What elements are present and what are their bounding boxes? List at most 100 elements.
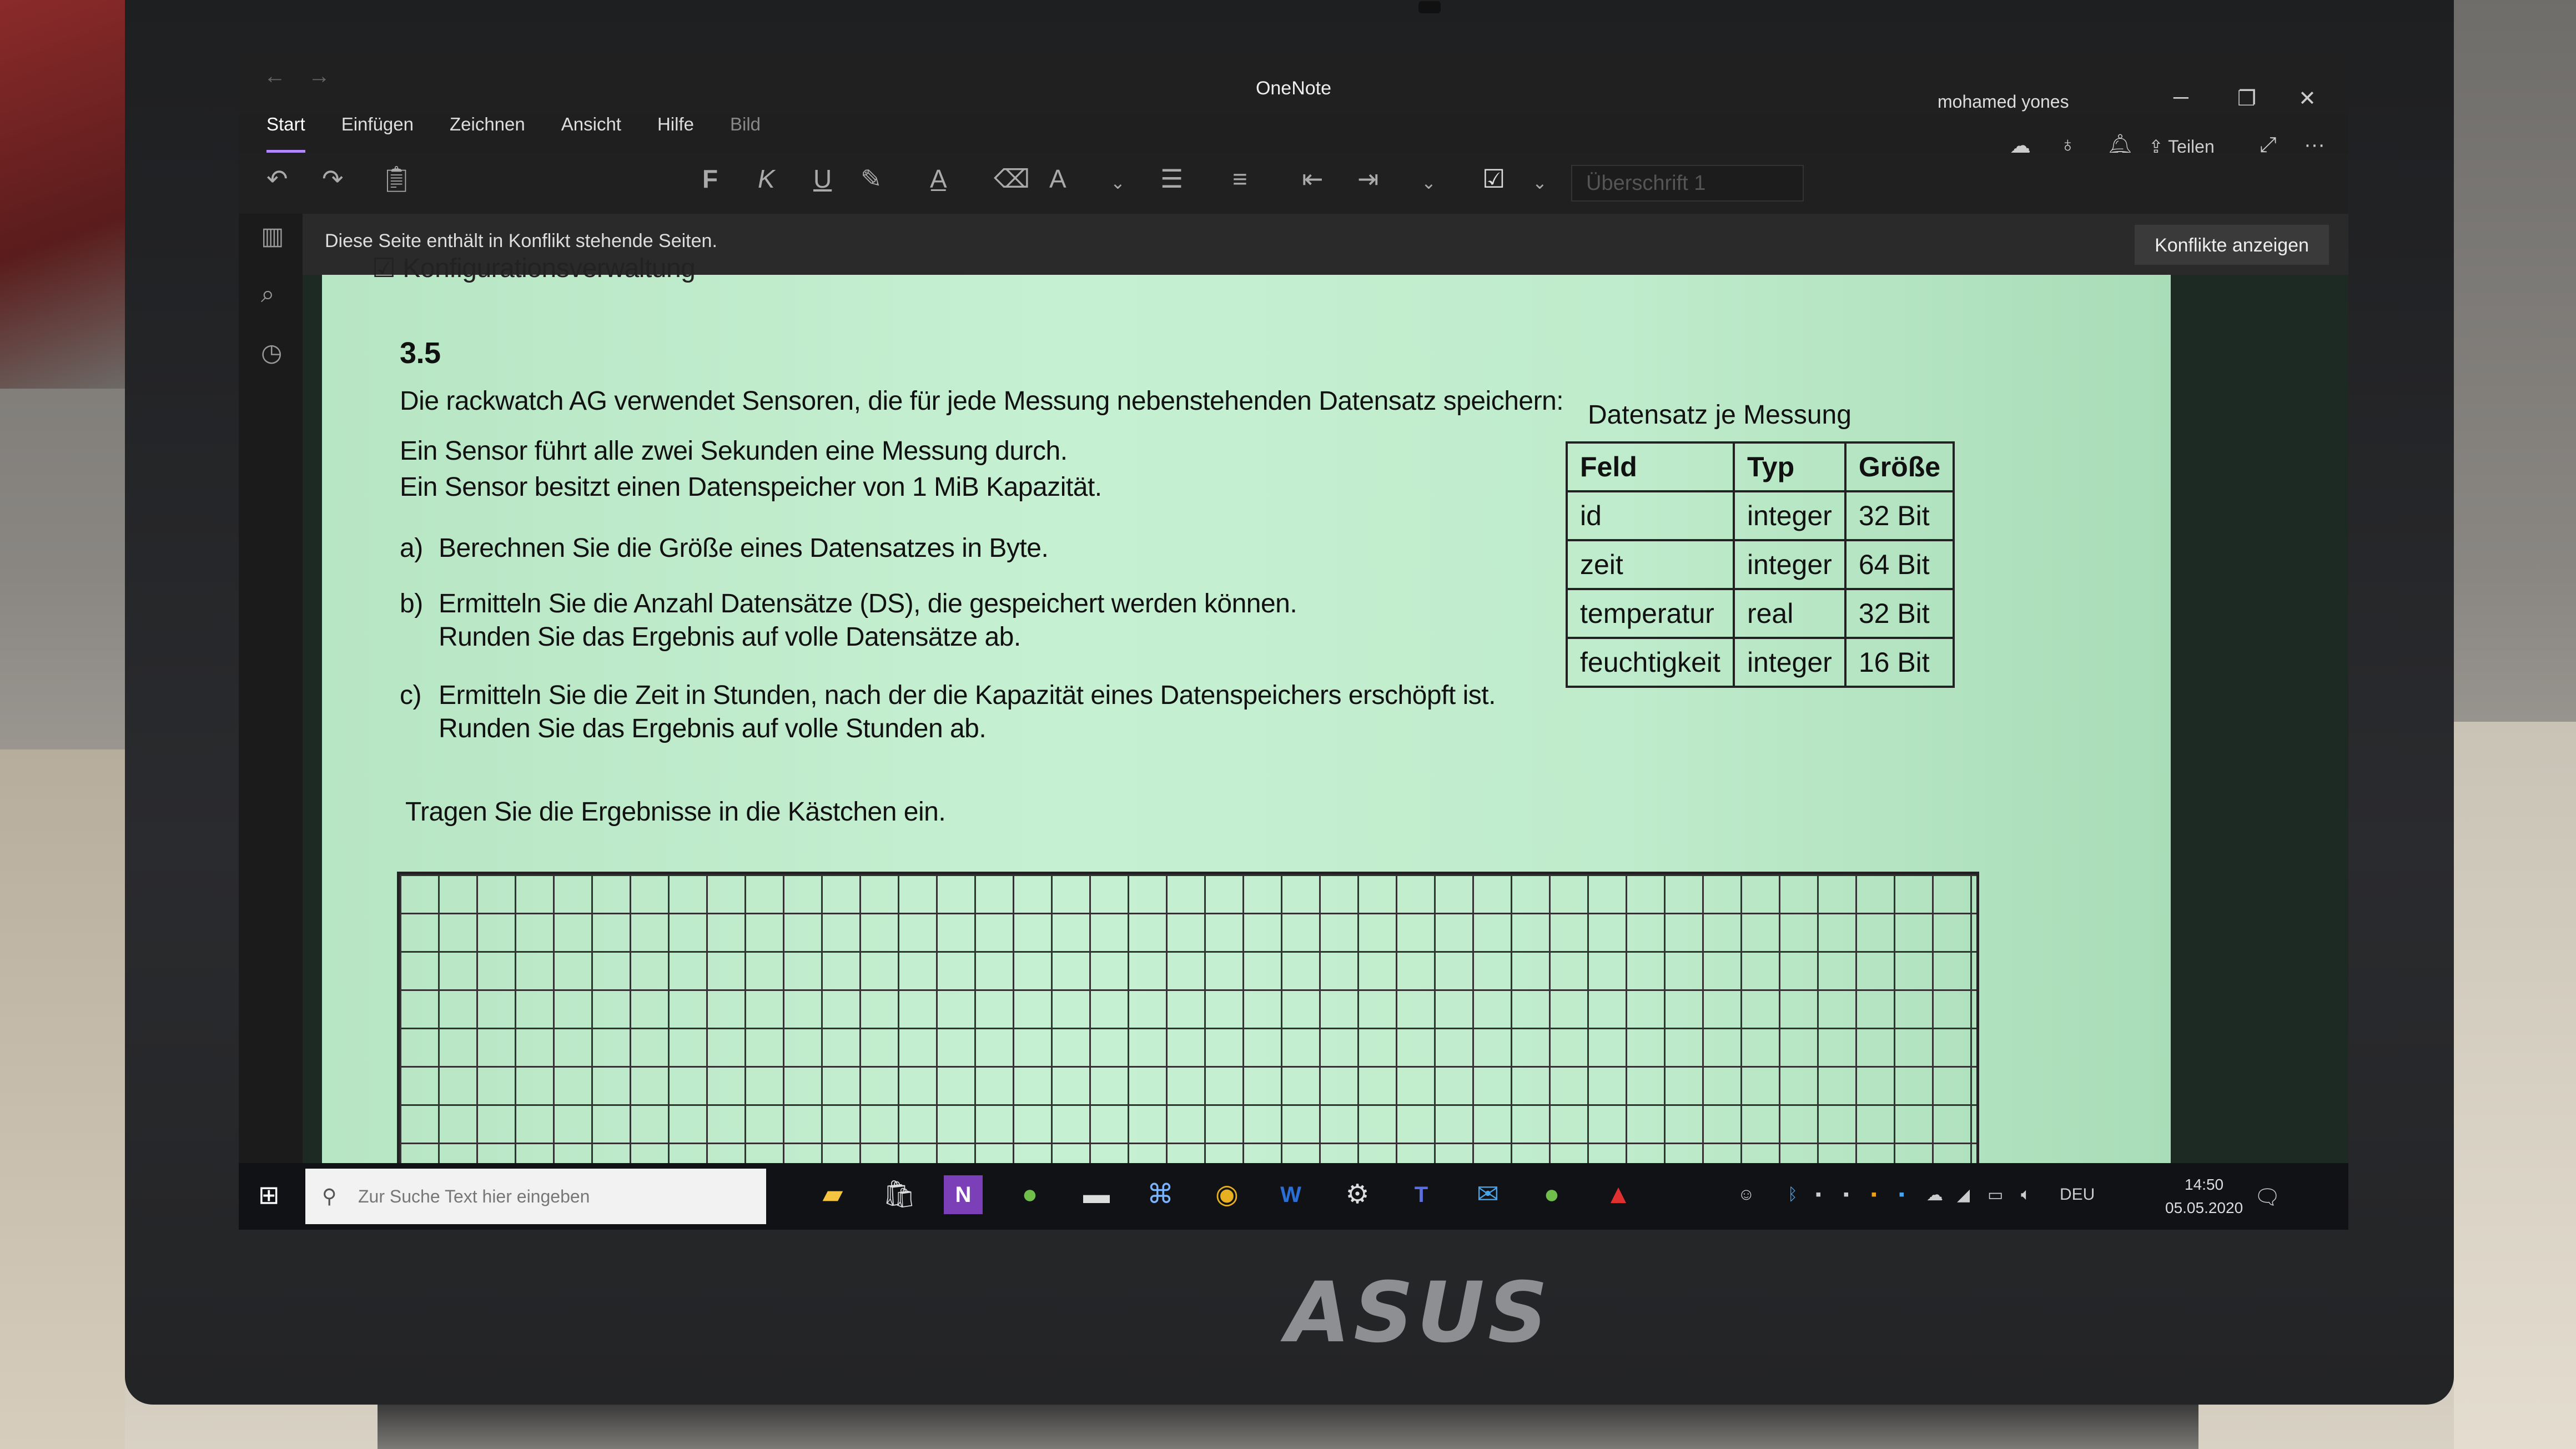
store-icon[interactable]: 🛍︎ <box>880 1175 919 1214</box>
recent-clock-icon[interactable]: ◷ <box>261 339 282 367</box>
tab-einfuegen[interactable]: Einfügen <box>341 114 414 153</box>
style-dropdown[interactable]: Überschrift 1 <box>1571 165 1804 202</box>
ribbon-toolbar: ↶ ↷ 📋︎ F K U ✎ A̲ ⌫ A ⌄ ☰ ≡ ⇤ ⇥ ⌄ ☑ ⌄ Üb… <box>239 153 2348 214</box>
table-header-row: Feld Typ Größe <box>1566 441 1955 492</box>
network-app-icon[interactable]: ⌘ <box>1141 1175 1180 1214</box>
laptop-screen: ←→ OneNote mohamed yones ─ ❐ ✕ Start Ein… <box>239 53 2348 1230</box>
table-cell: integer <box>1732 637 1847 688</box>
background-chair <box>0 0 125 389</box>
conflict-message: Diese Seite enthält in Konflikt stehende… <box>325 230 717 251</box>
onenote-icon[interactable]: N <box>944 1175 983 1214</box>
outdent-icon[interactable]: ⇤ <box>1302 164 1324 194</box>
battery-icon[interactable]: ▭ <box>1988 1185 2003 1205</box>
table-row: temperatur real 32 Bit <box>1566 588 1955 639</box>
taskbar-search[interactable]: ⚲ Zur Suche Text hier eingeben <box>305 1169 766 1224</box>
taskbar-clock[interactable]: 14:50 05.05.2020 <box>2165 1173 2243 1220</box>
table-header: Feld <box>1566 441 1735 492</box>
network-icon[interactable]: ◢ <box>1957 1185 1970 1205</box>
page-canvas: ☑ Konfigurationsverwaltung 3.5 Die rackw… <box>303 254 2348 1230</box>
task-c-label: c) <box>400 681 421 710</box>
table-header: Typ <box>1732 441 1847 492</box>
app-icon[interactable]: ● <box>1532 1175 1571 1214</box>
table-header: Größe <box>1844 441 1955 492</box>
teams-icon[interactable]: T <box>1402 1175 1441 1214</box>
chrome-icon[interactable]: ◉ <box>1208 1175 1246 1214</box>
italic-button[interactable]: K <box>758 164 775 194</box>
show-conflicts-button[interactable]: Konflikte anzeigen <box>2135 225 2329 265</box>
underline-button[interactable]: U <box>813 164 832 194</box>
taskbar: ⊞ ⚲ Zur Suche Text hier eingeben ▰ 🛍︎ N … <box>239 1163 2348 1230</box>
file-explorer-icon[interactable]: ▰ <box>813 1175 852 1214</box>
notification-icon[interactable]: 🗨︎ <box>2254 1185 2281 1210</box>
chevron-down-icon[interactable]: ⌄ <box>1532 172 1547 193</box>
clock-date: 05.05.2020 <box>2165 1199 2243 1216</box>
table-cell: real <box>1732 588 1847 639</box>
note-page[interactable]: ☑ Konfigurationsverwaltung 3.5 Die rackw… <box>322 254 2171 1230</box>
chevron-down-icon[interactable]: ⌄ <box>1110 172 1125 193</box>
search-icon[interactable]: ⌕ <box>261 280 275 308</box>
minimize-button[interactable]: ─ <box>2174 86 2188 110</box>
text-line-2: Ein Sensor besitzt einen Datenspeicher v… <box>400 472 1102 502</box>
restore-button[interactable]: ❐ <box>2237 86 2256 111</box>
text-style-icon[interactable]: A <box>1049 164 1066 194</box>
bluetooth-icon[interactable]: ᛒ <box>1788 1185 1798 1204</box>
tab-start[interactable]: Start <box>266 114 305 153</box>
volume-icon[interactable]: 🔈︎ <box>2021 1185 2031 1204</box>
record-table: Feld Typ Größe id integer 32 Bit zeit in… <box>1566 441 1955 688</box>
exercise-heading: 3.5 <box>400 336 441 370</box>
table-caption: Datensatz je Messung <box>1588 400 1852 430</box>
table-cell: zeit <box>1566 539 1735 590</box>
table-row: feuchtigkeit integer 16 Bit <box>1566 637 1955 688</box>
search-icon: ⚲ <box>322 1185 337 1208</box>
tab-hilfe[interactable]: Hilfe <box>657 114 694 153</box>
indent-icon[interactable]: ⇥ <box>1357 164 1379 194</box>
task-b-text-2: Runden Sie das Ergebnis auf volle Datens… <box>439 622 1021 652</box>
table-cell: temperatur <box>1566 588 1735 639</box>
laptop-base <box>378 1405 2198 1449</box>
numbered-list-icon[interactable]: ≡ <box>1232 164 1247 194</box>
tray-app-icon[interactable]: ▪ <box>1815 1185 1822 1204</box>
tab-bild[interactable]: Bild <box>730 114 761 153</box>
tray-app-icon[interactable]: ▪ <box>1843 1185 1849 1204</box>
previous-section-text: ☑ Konfigurationsverwaltung <box>372 254 696 283</box>
user-name[interactable]: mohamed yones <box>1938 92 2069 112</box>
settings-gear-icon[interactable]: ⚙ <box>1338 1175 1377 1214</box>
word-icon[interactable]: W <box>1271 1175 1310 1214</box>
todo-checkbox-icon[interactable]: ☑ <box>1482 164 1505 194</box>
tray-app-icon[interactable]: ▪ <box>1899 1185 1905 1204</box>
eraser-format-icon[interactable]: ⌫ <box>994 164 1030 194</box>
notebooks-icon[interactable]: ▥ <box>261 222 284 250</box>
table-cell: 16 Bit <box>1844 637 1955 688</box>
windows-start-icon[interactable]: ⊞ <box>258 1180 289 1210</box>
clipboard-icon[interactable]: 📋︎ <box>380 164 412 194</box>
bullet-list-icon[interactable]: ☰ <box>1160 164 1183 194</box>
task-a-text: Berechnen Sie die Größe eines Datensatze… <box>439 534 1049 563</box>
search-placeholder: Zur Suche Text hier eingeben <box>358 1186 590 1206</box>
app-icon[interactable]: ▬ <box>1077 1175 1116 1214</box>
acrobat-icon[interactable]: ▲ <box>1599 1175 1638 1214</box>
tab-ansicht[interactable]: Ansicht <box>561 114 621 153</box>
ribbon-tabs: Start Einfügen Zeichnen Ansicht Hilfe Bi… <box>266 114 797 153</box>
tray-app-icon[interactable]: ▪ <box>1871 1185 1877 1204</box>
undo-icon[interactable]: ↶ <box>266 164 288 194</box>
input-language[interactable]: DEU <box>2060 1185 2095 1204</box>
redo-icon[interactable]: ↷ <box>322 164 344 194</box>
task-c-text-2: Runden Sie das Ergebnis auf volle Stunde… <box>439 714 987 743</box>
bold-button[interactable]: F <box>702 164 718 194</box>
table-cell: 32 Bit <box>1844 490 1955 541</box>
people-icon[interactable]: ☺ <box>1738 1185 1755 1204</box>
chevron-down-icon[interactable]: ⌄ <box>1421 172 1436 193</box>
instruction-text: Tragen Sie die Ergebnisse in die Kästche… <box>405 797 946 827</box>
font-color-icon[interactable]: A̲ <box>930 164 947 194</box>
close-button[interactable]: ✕ <box>2298 86 2316 111</box>
mail-icon[interactable]: ✉ <box>1468 1175 1507 1214</box>
cloud-icon[interactable]: ☁ <box>1926 1185 1943 1205</box>
task-c-text-1: Ermitteln Sie die Zeit in Stunden, nach … <box>439 681 1496 710</box>
app-icon[interactable]: ● <box>1010 1175 1049 1214</box>
highlighter-icon[interactable]: ✎ <box>861 164 882 194</box>
table-row: zeit integer 64 Bit <box>1566 539 1955 590</box>
task-b-label: b) <box>400 589 423 618</box>
table-cell: feuchtigkeit <box>1566 637 1735 688</box>
task-a-label: a) <box>400 534 423 563</box>
tab-zeichnen[interactable]: Zeichnen <box>450 114 525 153</box>
